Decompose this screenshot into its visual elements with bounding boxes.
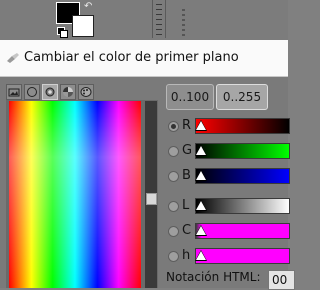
color-selector-tabs bbox=[6, 84, 94, 100]
swap-colors-icon[interactable]: ↶ bbox=[84, 2, 92, 12]
value-slider-handle[interactable] bbox=[146, 193, 157, 205]
toolbox-area: ↶ bbox=[0, 0, 288, 40]
channel-row-c: C bbox=[166, 221, 290, 243]
channel-row-b: B bbox=[166, 166, 290, 188]
channel-slider-g[interactable] bbox=[195, 143, 290, 159]
channel-label-b: B bbox=[182, 168, 191, 183]
channel-label-g: G bbox=[182, 143, 193, 158]
channel-label-r: R bbox=[182, 118, 192, 133]
html-notation-field[interactable]: 00 bbox=[268, 270, 295, 290]
gimp-icon[interactable] bbox=[42, 84, 58, 100]
range-0-255-button[interactable]: 0..255 bbox=[216, 84, 268, 110]
channel-row-r: R bbox=[166, 116, 290, 138]
background-color-swatch[interactable] bbox=[72, 15, 94, 37]
hue-saturation-area[interactable] bbox=[9, 101, 141, 288]
default-colors-icon[interactable] bbox=[57, 27, 68, 38]
channel-radio-c[interactable] bbox=[168, 226, 179, 237]
channel-row-h: h bbox=[166, 246, 290, 268]
circle-icon[interactable] bbox=[24, 84, 40, 100]
channel-label-h: h bbox=[182, 248, 191, 263]
channel-slider-c[interactable] bbox=[195, 223, 290, 239]
channel-radio-l[interactable] bbox=[168, 201, 179, 212]
value-slider[interactable] bbox=[145, 101, 157, 288]
color-wheel-icon[interactable] bbox=[60, 84, 76, 100]
range-0-100-button[interactable]: 0..100 bbox=[166, 84, 214, 110]
channel-label-c: C bbox=[182, 223, 192, 238]
channel-label-l: L bbox=[182, 198, 190, 213]
channel-radio-r[interactable] bbox=[168, 121, 179, 132]
channel-radio-g[interactable] bbox=[168, 146, 179, 157]
paint-brush-icon bbox=[7, 53, 19, 63]
ruler bbox=[152, 0, 166, 38]
channel-slider-b[interactable] bbox=[195, 168, 290, 184]
image-icon[interactable] bbox=[6, 84, 22, 100]
channel-radio-h[interactable] bbox=[168, 251, 179, 262]
ruler-marks bbox=[181, 6, 187, 36]
channel-slider-r[interactable] bbox=[195, 118, 290, 134]
channel-slider-l[interactable] bbox=[195, 198, 290, 214]
palette-icon[interactable] bbox=[78, 84, 94, 100]
channel-radio-b[interactable] bbox=[168, 171, 179, 182]
html-notation-label: Notación HTML: bbox=[166, 270, 261, 284]
dialog-titlebar: Cambiar el color de primer plano bbox=[0, 40, 288, 77]
channel-row-l: L bbox=[166, 196, 290, 218]
channel-slider-h[interactable] bbox=[195, 248, 290, 264]
dialog-title: Cambiar el color de primer plano bbox=[24, 50, 239, 65]
channel-row-g: G bbox=[166, 141, 290, 163]
